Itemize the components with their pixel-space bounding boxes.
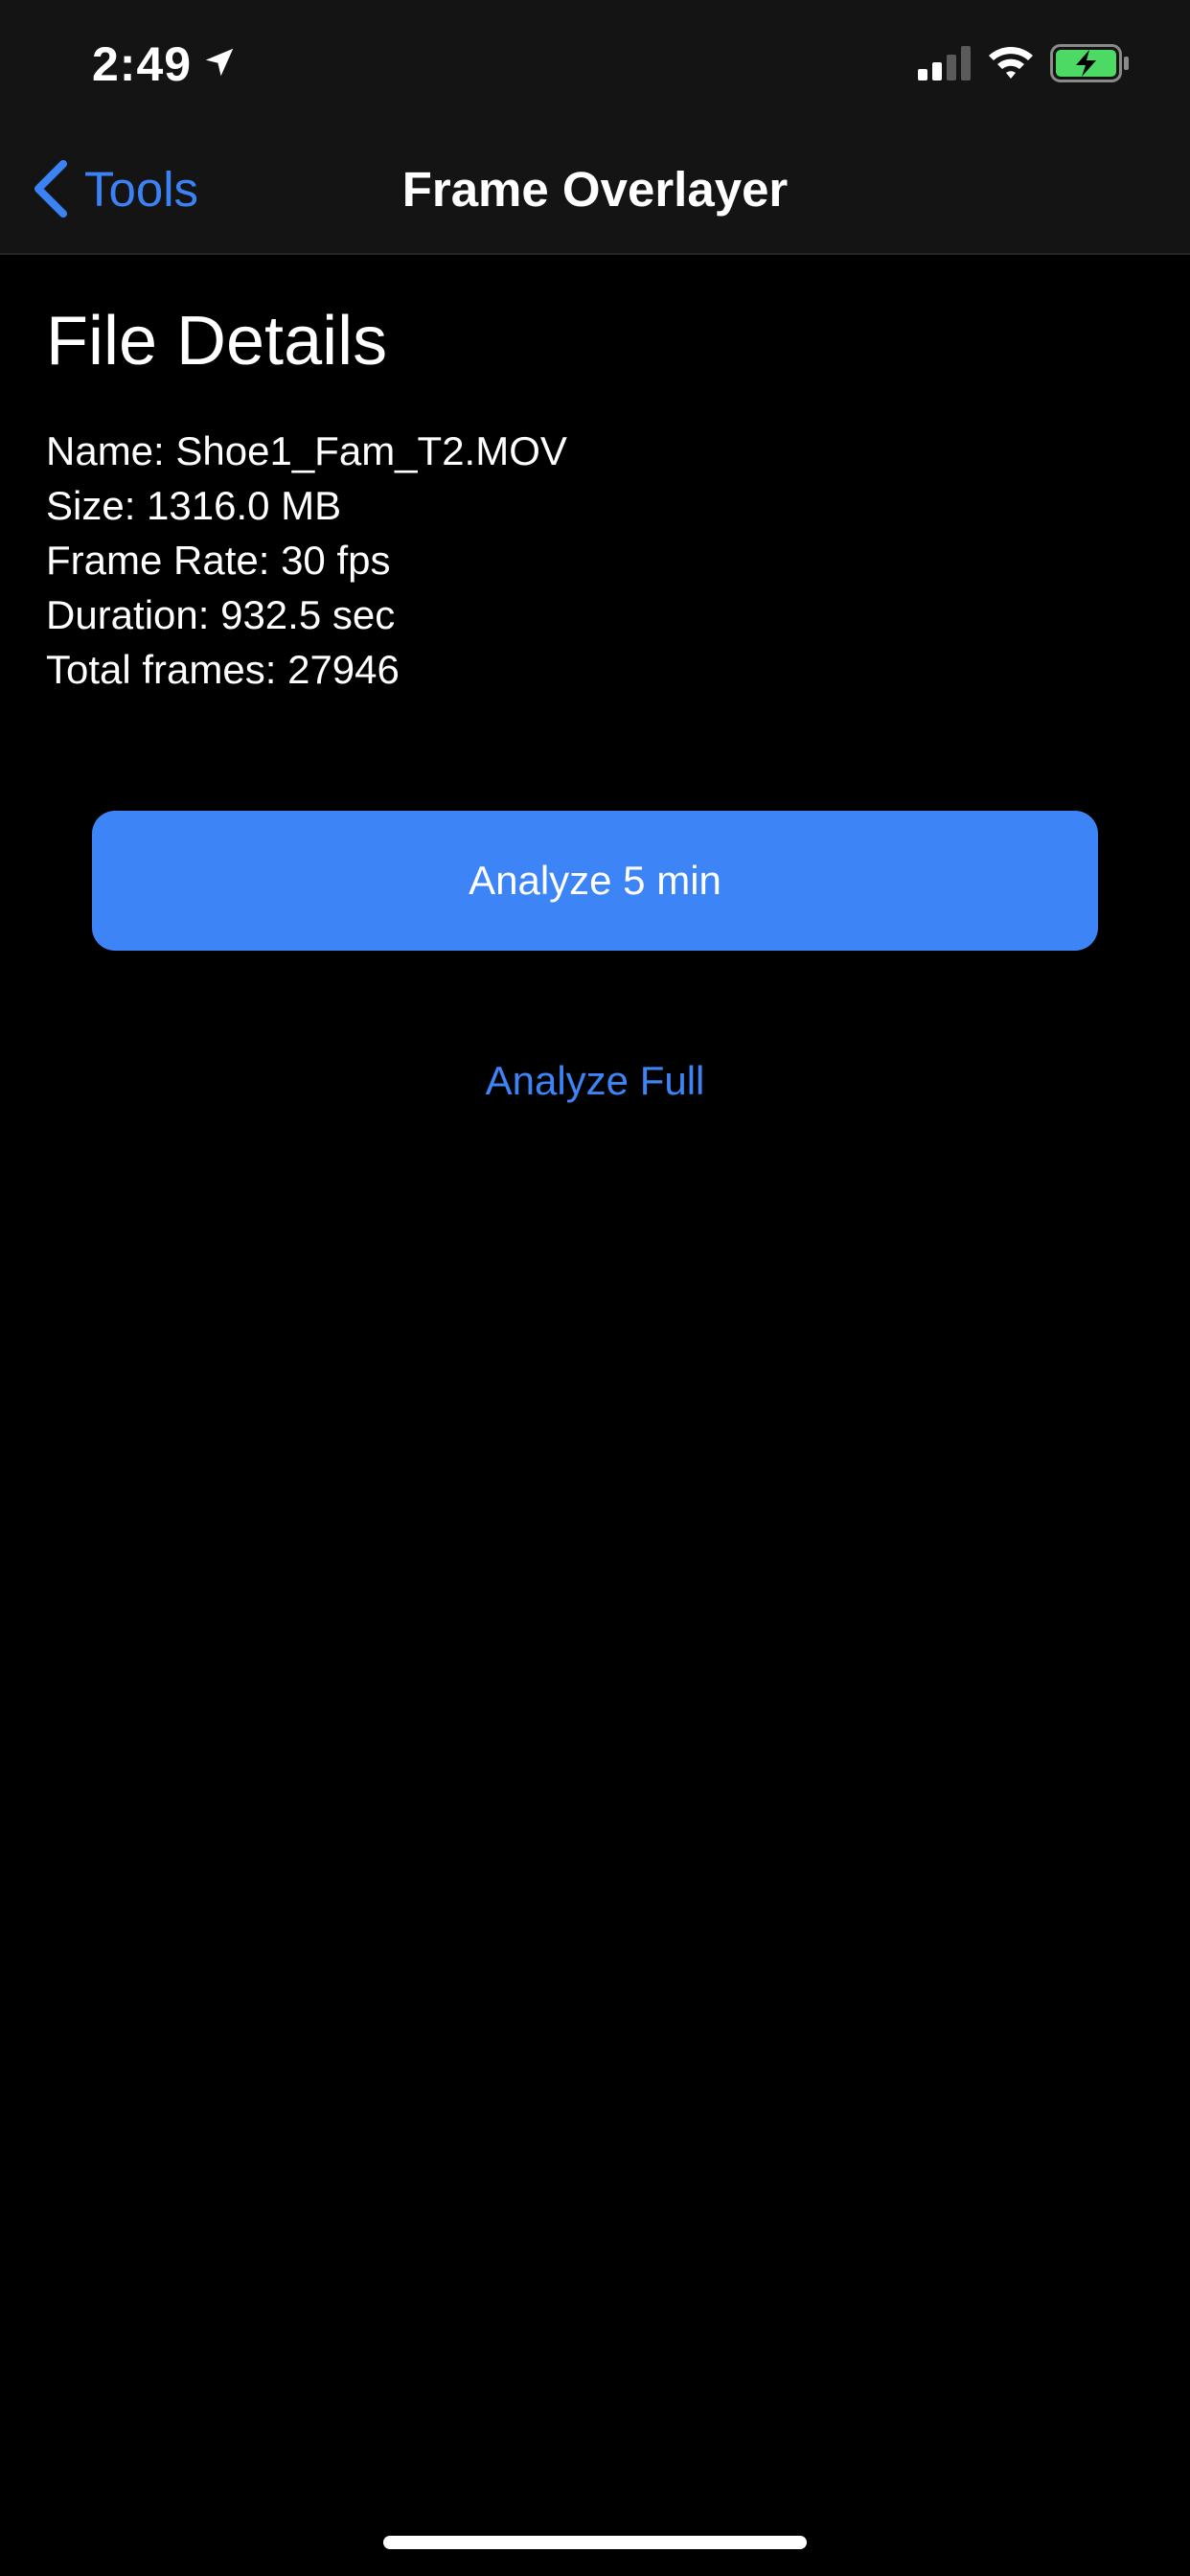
home-indicator[interactable] xyxy=(383,2536,807,2549)
frame-rate-detail: Frame Rate: 30 fps xyxy=(46,538,391,583)
status-bar: 2:49 xyxy=(0,0,1190,125)
file-size-detail: Size: 1316.0 MB xyxy=(46,483,342,528)
section-heading: File Details xyxy=(46,303,388,380)
file-name-detail: Name: Shoe1_Fam_T2.MOV xyxy=(46,428,567,473)
analyze-full-button[interactable]: Analyze Full xyxy=(0,1050,1190,1112)
analyze-5-min-button[interactable]: Analyze 5 min xyxy=(92,811,1098,951)
total-frames-detail: Total frames: 27946 xyxy=(46,647,400,692)
battery-charging-icon xyxy=(1050,44,1129,82)
navigation-bar: Tools Frame Overlayer xyxy=(0,125,1190,255)
duration-detail: Duration: 932.5 sec xyxy=(46,592,396,637)
status-time: 2:49 xyxy=(92,37,193,91)
page-title: Frame Overlayer xyxy=(401,162,789,217)
location-arrow-icon xyxy=(205,48,234,77)
file-details-section: File Details Name: Shoe1_Fam_T2.MOV Size… xyxy=(46,297,1144,697)
wifi-icon xyxy=(989,47,1033,79)
cellular-signal-icon xyxy=(918,46,971,80)
